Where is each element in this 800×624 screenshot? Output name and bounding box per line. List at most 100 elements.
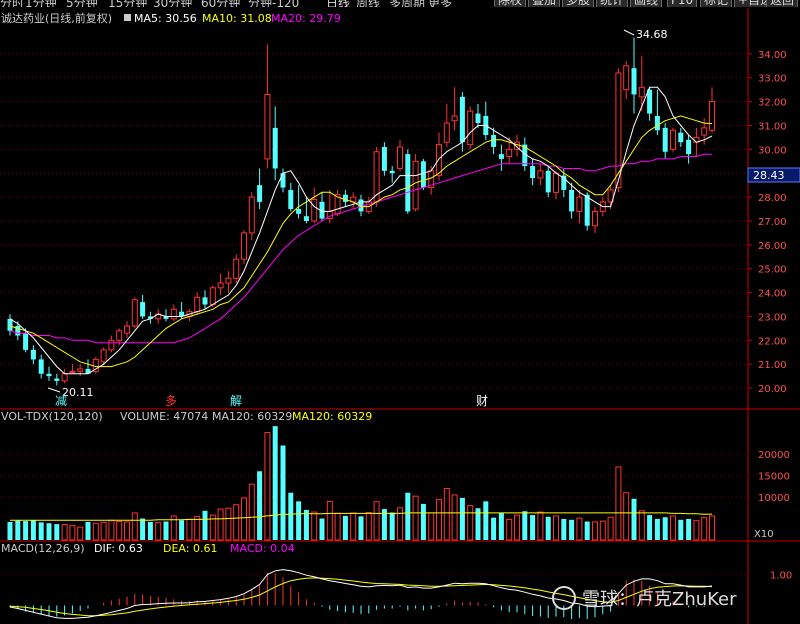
volume-tick-label: 15000 bbox=[758, 472, 790, 483]
macd-dea: DEA: 0.61 bbox=[163, 542, 217, 555]
candle-body bbox=[131, 299, 138, 327]
price-tick-label: 33.00 bbox=[758, 74, 787, 85]
candle-body bbox=[467, 110, 474, 146]
candle-body bbox=[491, 135, 497, 147]
candle-body bbox=[296, 209, 302, 214]
volume-bar bbox=[108, 519, 115, 541]
volume-bar bbox=[670, 515, 676, 541]
volume-bar bbox=[85, 521, 91, 540]
candle-body bbox=[631, 68, 637, 95]
volume-bar bbox=[373, 501, 380, 541]
ma5-line bbox=[9, 86, 713, 375]
volume-bar bbox=[116, 521, 123, 541]
event-label-4: 财 bbox=[476, 394, 488, 408]
candle-body bbox=[30, 349, 36, 360]
candle-body bbox=[381, 146, 387, 171]
volume-bar bbox=[272, 426, 278, 540]
candle-body bbox=[311, 198, 318, 222]
volume-bar bbox=[576, 517, 583, 541]
volume-bar bbox=[303, 509, 309, 540]
candle-body bbox=[140, 302, 146, 317]
candle-body bbox=[280, 173, 286, 188]
candle-body bbox=[170, 308, 177, 320]
chart-title: 诚达药业(日线,前复权) bbox=[1, 11, 112, 25]
candle-body bbox=[194, 296, 201, 313]
candle-body bbox=[69, 370, 76, 373]
candle-body bbox=[108, 339, 115, 351]
volume-bar bbox=[623, 492, 630, 541]
volume-bar bbox=[233, 504, 240, 541]
volume-bar bbox=[163, 521, 169, 540]
candle-body bbox=[77, 368, 84, 372]
volume-bar bbox=[545, 516, 551, 540]
event-label-2: 多 bbox=[165, 394, 177, 408]
candle-body bbox=[584, 194, 590, 226]
candle-body bbox=[701, 127, 708, 136]
candle-body bbox=[569, 189, 575, 212]
volume-bar bbox=[467, 505, 474, 541]
volume-bar bbox=[46, 523, 52, 540]
price-tick-label: 20.00 bbox=[758, 384, 787, 395]
volume-bar bbox=[592, 521, 598, 541]
volume-bar bbox=[662, 517, 668, 540]
volume-bar bbox=[451, 494, 458, 541]
candle-body bbox=[576, 196, 583, 212]
candle-body bbox=[264, 93, 271, 160]
macd-value: MACD: 0.04 bbox=[230, 542, 295, 555]
candle-body bbox=[686, 139, 692, 155]
volume-bar bbox=[38, 522, 44, 540]
volume-bar bbox=[225, 507, 232, 541]
volume-bar bbox=[342, 515, 348, 540]
volume-bar bbox=[498, 512, 504, 540]
candle-body bbox=[272, 127, 278, 169]
volume-bar bbox=[248, 483, 255, 541]
candle-body bbox=[506, 148, 513, 158]
price-tick-label: 23.00 bbox=[758, 312, 787, 323]
volume-bar bbox=[288, 492, 294, 540]
volume-bar bbox=[631, 498, 637, 540]
price-tick-label: 24.00 bbox=[758, 289, 787, 300]
price-tick-label: 32.00 bbox=[758, 98, 787, 109]
candle-body bbox=[61, 373, 68, 382]
ma20-line bbox=[9, 153, 713, 344]
volume-bar bbox=[334, 512, 341, 541]
candle-body bbox=[54, 378, 60, 381]
volume-bar bbox=[319, 518, 325, 540]
volume-unit: X10 bbox=[754, 529, 774, 540]
volume-bar bbox=[599, 520, 606, 541]
volume-bar bbox=[405, 492, 411, 540]
candle-body bbox=[46, 373, 52, 377]
volume-bar bbox=[358, 516, 364, 540]
stock-chart: 20.00 21.00 22.00 23.00 24.00 25.00 26.00 27.00… bbox=[0, 8, 800, 624]
volume-tick-label: 10000 bbox=[758, 493, 790, 504]
volume-bar bbox=[54, 524, 60, 540]
candle-body bbox=[592, 210, 598, 227]
volume-bar bbox=[561, 518, 567, 540]
price-layer bbox=[7, 29, 715, 393]
volume-bar bbox=[77, 526, 84, 541]
candle-body bbox=[209, 287, 216, 306]
volume-bar bbox=[241, 497, 247, 541]
volume-bar bbox=[607, 516, 614, 541]
volume-bar bbox=[61, 524, 68, 541]
event-label-3: 解 bbox=[230, 394, 242, 408]
candle-body bbox=[530, 166, 536, 178]
price-tag: 28.43 bbox=[753, 169, 785, 182]
candle-body bbox=[342, 194, 348, 202]
volume-bar bbox=[92, 522, 99, 541]
volume-bar bbox=[686, 518, 692, 540]
volume-value: VOLUME: 47074 bbox=[120, 410, 208, 423]
watermark: 雪球：卢克ZhuKer bbox=[582, 589, 737, 610]
candle-body bbox=[397, 146, 403, 169]
volume-bar bbox=[186, 518, 193, 541]
candle-body bbox=[38, 359, 44, 374]
price-tick-label: 21.00 bbox=[758, 360, 787, 371]
candle-body bbox=[709, 101, 715, 131]
candle-body bbox=[124, 325, 130, 334]
volume-bar bbox=[326, 500, 333, 541]
candle-body bbox=[217, 282, 224, 289]
candle-body bbox=[420, 161, 426, 188]
volume-bar bbox=[140, 518, 146, 540]
volume-bar bbox=[491, 517, 497, 540]
candle-body bbox=[443, 122, 450, 143]
